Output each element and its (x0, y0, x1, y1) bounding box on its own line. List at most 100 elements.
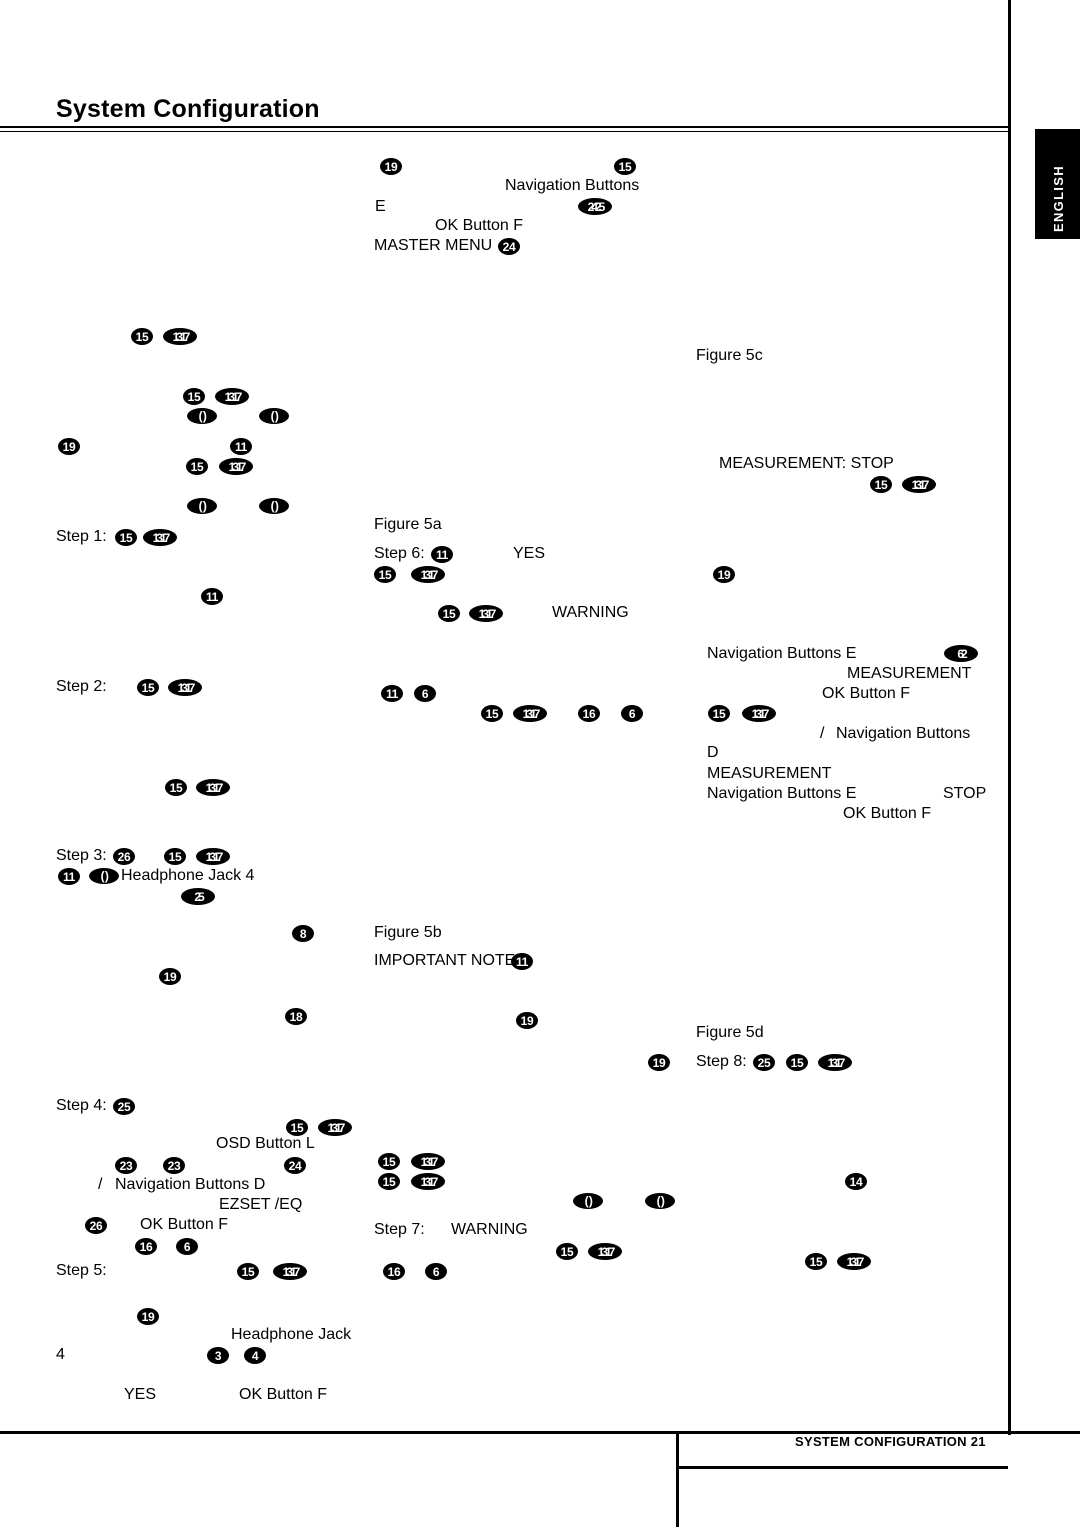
frag-ok-button-f-2: OK Button F (822, 685, 911, 702)
callout-15: 15 (870, 476, 892, 493)
callout-13-17: 1317 (469, 605, 503, 622)
callout-15: 15 (286, 1119, 308, 1136)
callout-19: 19 (137, 1308, 159, 1325)
callout-15: 15 (183, 388, 205, 405)
callout-illegible: ( ) (645, 1193, 675, 1209)
callout-13-17: 1317 (318, 1119, 352, 1136)
callout-15: 15 (374, 566, 396, 583)
callout-11: 11 (511, 953, 533, 970)
page-title: System Configuration (56, 95, 320, 123)
callout-15: 15 (131, 328, 153, 345)
callout-3: 3 (207, 1347, 229, 1364)
callout-6: 6 (621, 705, 643, 722)
callout-13-17: 1317 (219, 458, 253, 475)
callout-13-17: 1317 (168, 679, 202, 696)
callout-13-17: 1317 (273, 1263, 307, 1280)
callout-8: 8 (292, 925, 314, 942)
callout-15: 15 (237, 1263, 259, 1280)
callout-23: 23 (115, 1157, 137, 1174)
frag-ok-button-f-1: OK Button F (435, 217, 524, 234)
callout-18: 18 (285, 1008, 307, 1025)
callout-illegible: ( ) (259, 408, 289, 424)
callout-25: 25 (113, 1098, 135, 1115)
frag-headphone-jack: Headphone Jack (231, 1326, 352, 1343)
frag-step-6: Step 6: (374, 545, 425, 562)
callout-13-17: 1317 (143, 529, 177, 546)
callout-13-17: 1317 (588, 1243, 622, 1260)
callout-19: 19 (516, 1012, 538, 1029)
callout-illegible: ( ) (187, 408, 217, 424)
callout-13-17: 1317 (196, 779, 230, 796)
callout-13-17: 1317 (742, 705, 776, 722)
frag-letter-d-1: D (707, 744, 719, 761)
callout-26: 26 (85, 1217, 107, 1234)
frag-figure-5d: Figure 5d (696, 1024, 764, 1041)
callout-25: 25 (753, 1054, 775, 1071)
callout-11: 11 (230, 438, 252, 455)
frag-ok-button-f-3: OK Button F (843, 805, 932, 822)
frag-warning-1: WARNING (552, 604, 629, 621)
frag-step-8: Step 8: (696, 1053, 747, 1070)
callout-13-17: 1317 (818, 1054, 852, 1071)
callout-15: 15 (786, 1054, 808, 1071)
callout-15: 15 (165, 779, 187, 796)
callout-13-17: 1317 (411, 1153, 445, 1170)
callout-illegible: ( ) (573, 1193, 603, 1209)
frag-navigation-buttons-2: Navigation Buttons (836, 725, 971, 742)
frag-navigation-buttons-d: Navigation Buttons D (115, 1176, 266, 1193)
footer-box-left-rule (676, 1431, 679, 1527)
callout-13-17: 1317 (196, 848, 230, 865)
frag-slash-2: / (98, 1176, 103, 1193)
frag-warning-2: WARNING (451, 1221, 528, 1238)
frag-figure-5c: Figure 5c (696, 347, 763, 364)
callout-14: 14 (845, 1173, 867, 1190)
callout-15: 15 (614, 158, 636, 175)
callout-4: 4 (244, 1347, 266, 1364)
callout-15: 15 (115, 529, 137, 546)
frag-number-4: 4 (56, 1346, 65, 1363)
frag-step-7: Step 7: (374, 1221, 425, 1238)
callout-26: 26 (113, 848, 135, 865)
frag-master-menu: MASTER MENU (374, 237, 493, 254)
callout-11: 11 (381, 685, 403, 702)
callout-19: 19 (713, 566, 735, 583)
callout-13-17: 1317 (163, 328, 197, 345)
frag-figure-5a: Figure 5a (374, 516, 442, 533)
frag-yes-2: YES (124, 1386, 157, 1403)
frag-important-note: IMPORTANT NOTE: (374, 952, 520, 969)
frag-step-1: Step 1: (56, 528, 107, 545)
frag-step-2: Step 2: (56, 678, 107, 695)
callout-15: 15 (805, 1253, 827, 1270)
frag-slash-1: / (820, 725, 825, 742)
language-tab-label: ENGLISH (1051, 165, 1066, 232)
callout-15: 15 (137, 679, 159, 696)
callout-11: 11 (431, 546, 453, 563)
frag-navigation-buttons-1: Navigation Buttons (505, 177, 640, 194)
callout-6: 6 (176, 1238, 198, 1255)
frag-step-4: Step 4: (56, 1097, 107, 1114)
frag-measurement-1: MEASUREMENT (847, 665, 972, 682)
header-rule-bottom (0, 131, 1008, 132)
callout-13-17: 1317 (411, 1173, 445, 1190)
callout-15: 15 (164, 848, 186, 865)
callout-6: 6 (425, 1263, 447, 1280)
callout-15: 15 (378, 1173, 400, 1190)
callout-15: 15 (708, 705, 730, 722)
frag-ok-button-f-4: OK Button F (140, 1216, 229, 1233)
footer-running-head: SYSTEM CONFIGURATION 21 (795, 1434, 986, 1449)
callout-19: 19 (380, 158, 402, 175)
callout-13-17: 1317 (215, 388, 249, 405)
callout-16: 16 (578, 705, 600, 722)
frag-yes-1: YES (513, 545, 546, 562)
frag-ok-button-f-5: OK Button F (239, 1386, 328, 1403)
callout-2-5: 25 (181, 888, 215, 905)
callout-19: 19 (159, 968, 181, 985)
callout-11: 11 (201, 588, 223, 605)
callout-24: 24 (284, 1157, 306, 1174)
callout-11: 11 (58, 868, 80, 885)
manual-page: System Configuration ENGLISH SYSTEM CONF… (0, 0, 1080, 1527)
callout-15: 15 (481, 705, 503, 722)
callout-24: 24 (498, 238, 520, 255)
frag-navigation-buttons-e-2: Navigation Buttons E (707, 785, 857, 802)
frag-step-5: Step 5: (56, 1262, 107, 1279)
